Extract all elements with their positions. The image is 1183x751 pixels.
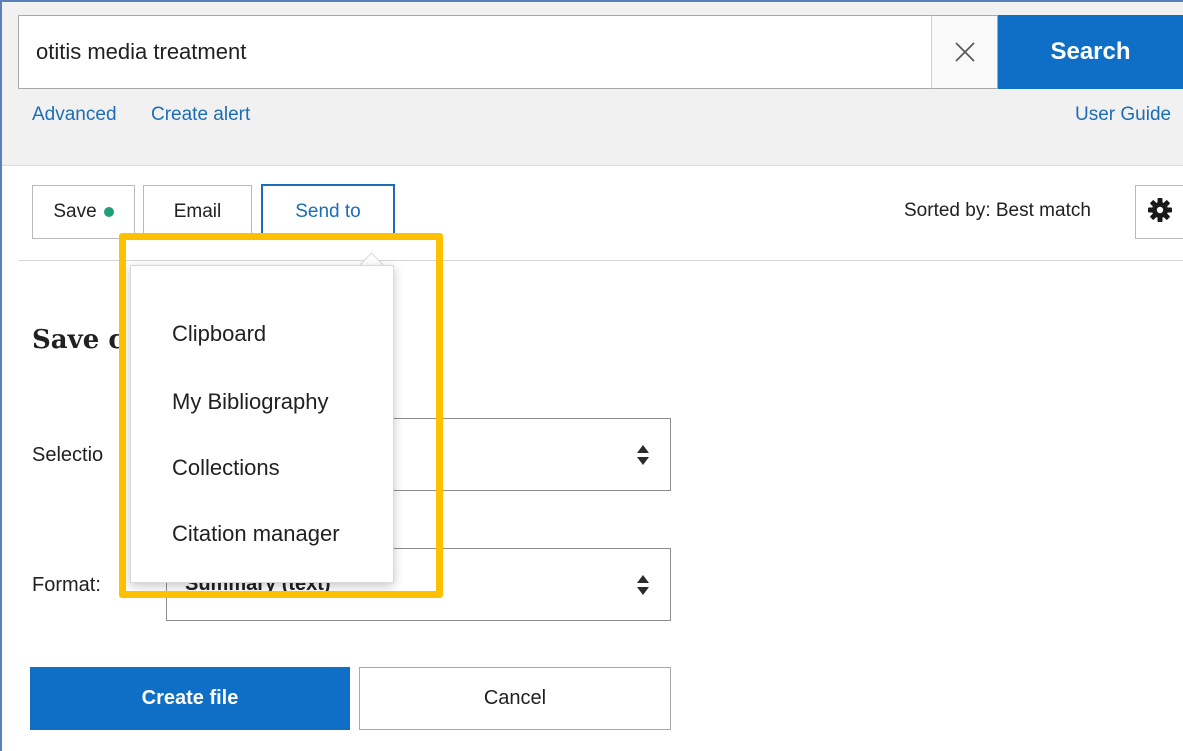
search-button[interactable]: Search	[998, 15, 1183, 89]
create-file-button[interactable]: Create file	[30, 667, 350, 730]
close-icon	[954, 42, 975, 62]
menu-item-collections[interactable]: Collections	[172, 455, 280, 481]
cancel-button[interactable]: Cancel	[359, 667, 671, 730]
save-button[interactable]: Save	[32, 185, 135, 239]
sort-arrows-icon	[637, 445, 649, 465]
status-dot-icon	[103, 207, 114, 217]
advanced-link[interactable]: Advanced	[32, 104, 117, 126]
email-button[interactable]: Email	[143, 185, 252, 239]
menu-item-citation-manager[interactable]: Citation manager	[172, 521, 340, 547]
menu-item-clipboard[interactable]: Clipboard	[172, 321, 266, 347]
sort-label: Sorted by: Best match	[904, 200, 1091, 221]
selection-label: Selectio	[32, 444, 104, 466]
search-input[interactable]: otitis media treatment	[18, 15, 931, 89]
send-to-button[interactable]: Send to	[261, 184, 395, 240]
clear-search-button[interactable]	[931, 15, 998, 89]
format-label: Format:	[32, 574, 101, 596]
display-options-button[interactable]	[1135, 185, 1183, 239]
sort-arrows-icon	[637, 575, 649, 595]
gear-icon	[1148, 198, 1172, 222]
menu-item-my-bibliography[interactable]: My Bibliography	[172, 389, 329, 415]
toolbar-divider	[18, 260, 1183, 261]
create-alert-link[interactable]: Create alert	[151, 104, 250, 126]
save-button-label: Save	[53, 201, 97, 222]
user-guide-link[interactable]: User Guide	[1075, 104, 1171, 126]
save-panel-title: Save c	[32, 325, 125, 355]
